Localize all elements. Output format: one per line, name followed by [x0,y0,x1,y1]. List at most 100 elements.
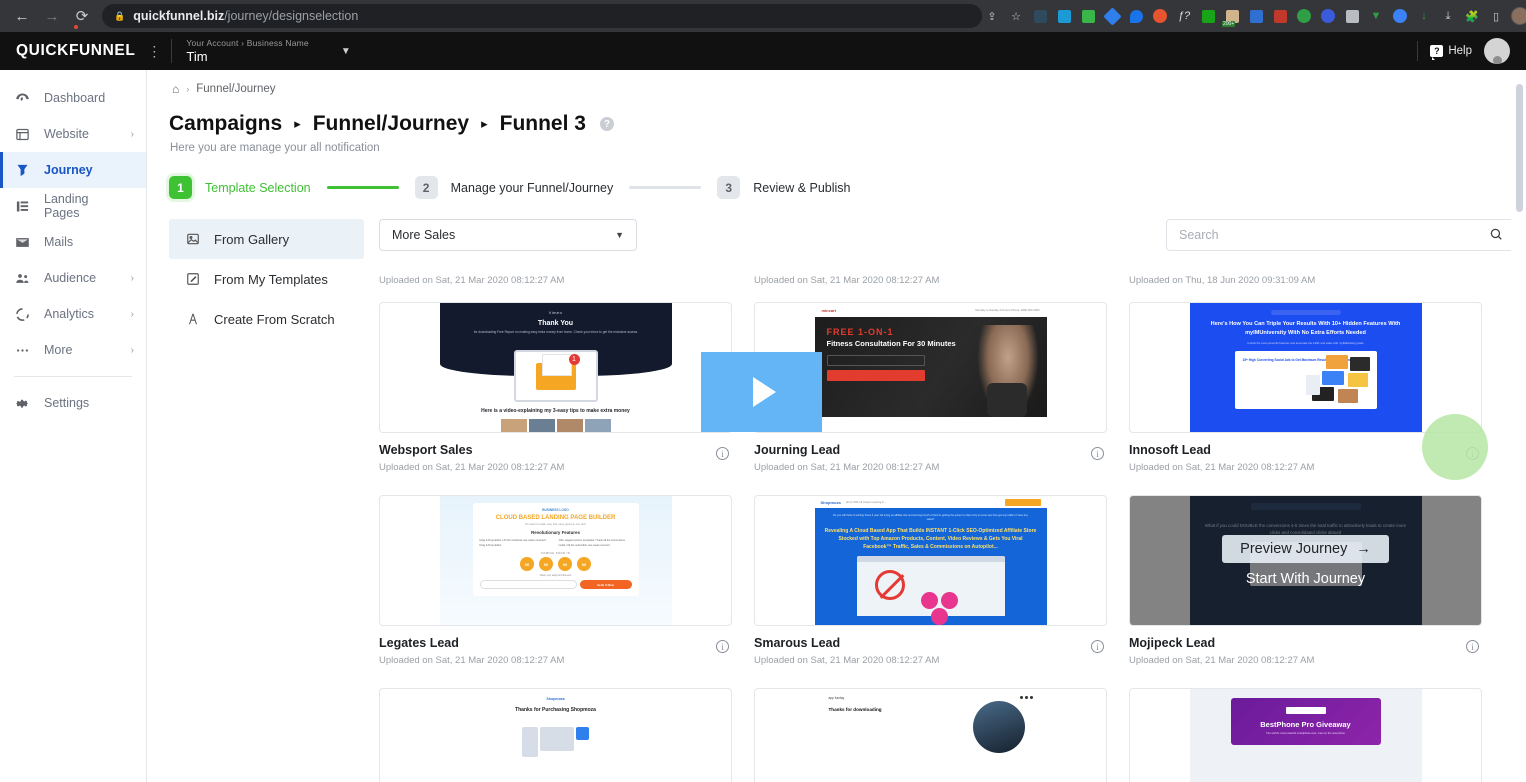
downloads-icon[interactable]: ⤓ [1438,6,1458,26]
info-icon[interactable]: i [1466,640,1479,653]
extension-icon-14[interactable] [1342,6,1362,26]
sidebar-item-more[interactable]: More › [0,332,146,368]
extension-icon-5[interactable] [1126,6,1146,26]
template-card-smarous-lead[interactable]: Shopmoza Hurry! 50% off coupon expiring … [754,495,1107,666]
template-thumbnail[interactable]: BestPhone Pro Giveaway The world's most … [1129,688,1482,782]
page-title-campaigns[interactable]: Campaigns [169,112,282,136]
extension-icon-13[interactable] [1318,6,1338,26]
home-icon[interactable]: ⌂ [172,82,179,96]
extension-icon-8[interactable] [1198,6,1218,26]
sidebar-item-journey[interactable]: Journey [0,152,146,188]
info-icon[interactable]: i [716,447,729,460]
step-3-badge[interactable]: 3 [717,176,741,199]
forward-arrow-icon[interactable]: → [38,2,66,30]
page-scrollbar[interactable] [1511,70,1526,782]
sidepanel-icon[interactable]: ▯ [1486,6,1506,26]
sidebar-item-mails[interactable]: Mails [0,224,146,260]
account-switcher[interactable]: Your Account › Business Name Tim ▼ [186,38,350,64]
header-kebab-icon[interactable]: ⋮ [147,44,161,58]
template-card-row3-b[interactable]: app funday Thanks for downloading [754,688,1107,782]
sidebar-item-landing-pages[interactable]: Landing Pages [0,188,146,224]
back-arrow-icon[interactable]: ← [8,2,36,30]
template-thumbnail[interactable]: Here's How You Can Triple Your Results W… [1129,302,1482,433]
share-icon[interactable]: ⇪ [982,6,1002,26]
step-2-label[interactable]: Manage your Funnel/Journey [451,181,614,195]
template-card-row3-c[interactable]: BestPhone Pro Giveaway The world's most … [1129,688,1482,782]
extension-icon-7[interactable]: ƒ? [1174,6,1194,26]
extension-icon-1[interactable] [1030,6,1050,26]
extension-icon-6[interactable] [1150,6,1170,26]
breadcrumb-current[interactable]: Funnel/Journey [196,83,275,95]
page-title-funnel-journey[interactable]: Funnel/Journey [313,112,469,136]
info-icon[interactable]: i [716,640,729,653]
template-thumbnail[interactable]: app funday Thanks for downloading [754,688,1107,782]
template-card-row3-a[interactable]: Shopmoza Thanks for Purchasing Shopmoza [379,688,732,782]
template-thumbnail[interactable]: What if you could DOUBLE the conversions… [1129,495,1482,626]
thumb-card: BUSINESS LOGO CLOUD BASED LANDING PAGE B… [472,503,639,597]
step-1-badge[interactable]: 1 [169,176,192,199]
preview-journey-button[interactable]: Preview Journey → [1222,534,1389,563]
puzzle-extensions-icon[interactable]: 🧩 [1462,6,1482,26]
extension-icon-9[interactable]: 200+ [1222,6,1242,27]
help-button[interactable]: ? Help [1430,45,1472,60]
sidebar-item-settings[interactable]: Settings [0,385,146,421]
search-icon[interactable] [1489,227,1503,244]
category-dropdown[interactable]: More Sales ▼ [379,219,637,251]
card-date: Uploaded on Sat, 21 Mar 2020 08:12:27 AM [379,462,565,473]
reload-icon[interactable]: ⟳ [68,2,96,30]
sidebar-item-analytics[interactable]: Analytics › [0,296,146,332]
star-icon[interactable]: ☆ [1006,6,1026,26]
thumb-paragraph: Unlock the most powerful features and au… [1247,341,1364,345]
template-thumbnail[interactable]: Shopmoza Hurry! 50% off coupon expiring … [754,495,1107,626]
step-2-badge[interactable]: 2 [414,176,438,199]
template-thumbnail[interactable]: BUSINESS LOGO CLOUD BASED LANDING PAGE B… [379,495,732,626]
info-icon[interactable]: i [1091,640,1104,653]
extension-icon-11[interactable] [1270,6,1290,26]
sidebar-item-audience[interactable]: Audience › [0,260,146,296]
tab-from-my-templates[interactable]: From My Templates [169,259,364,299]
card-title: Smarous Lead [754,636,841,650]
chevron-down-icon[interactable]: ▼ [341,46,351,57]
extension-icon-4[interactable] [1102,6,1122,26]
extension-icon-2[interactable] [1054,6,1074,26]
step-1-label[interactable]: Template Selection [205,181,311,195]
template-thumbnail[interactable]: Vimeo Thank You for downloading Free Rep… [379,302,732,433]
extension-icon-3[interactable] [1078,6,1098,26]
card-date: Uploaded on Sat, 21 Mar 2020 08:12:27 AM [379,655,565,666]
extension-icon-16[interactable] [1390,6,1410,26]
template-thumbnail[interactable]: Shopmoza Thanks for Purchasing Shopmoza [379,688,732,782]
extension-icon-12[interactable] [1294,6,1314,26]
tab-label: From Gallery [214,231,290,247]
extension-icon-17[interactable]: ↓ [1414,6,1434,26]
mail-icon [14,235,31,250]
video-play-overlay[interactable] [701,352,822,432]
info-icon[interactable]: i [1091,447,1104,460]
address-bar[interactable]: 🔒 quickfunnel.biz/journey/designselectio… [102,4,982,28]
card-date: Uploaded on Sat, 21 Mar 2020 08:12:27 AM [754,655,940,666]
brand-logo[interactable]: QUICKFUNNEL [16,42,135,60]
user-avatar[interactable] [1484,38,1510,64]
search-input[interactable] [1179,228,1489,242]
chevron-right-icon: › [130,308,134,320]
page-scrollbar-thumb[interactable] [1516,84,1523,212]
extension-icon-15[interactable]: ▼ [1366,6,1386,26]
tab-create-from-scratch[interactable]: Create From Scratch [169,299,364,339]
column-date: Uploaded on Sat, 21 Mar 2020 08:12:27 AM [754,275,940,286]
extension-icon-10[interactable] [1246,6,1266,26]
chevron-right-icon: › [130,344,134,356]
account-name: Tim [186,49,208,64]
card-title: Journing Lead [754,443,841,457]
sidebar-item-website[interactable]: Website › [0,116,146,152]
sidebar-item-dashboard[interactable]: Dashboard [0,80,146,116]
template-card-legates-lead[interactable]: BUSINESS LOGO CLOUD BASED LANDING PAGE B… [379,495,732,666]
step-3-label[interactable]: Review & Publish [753,181,850,195]
tab-from-gallery[interactable]: From Gallery [169,219,364,259]
main-content: ⌂ › Funnel/Journey Campaigns ▸ Funnel/Jo… [147,70,1526,782]
template-grid: Vimeo Thank You for downloading Free Rep… [379,286,1516,782]
template-card-websport-sales[interactable]: Vimeo Thank You for downloading Free Rep… [379,302,732,473]
start-with-journey-button[interactable]: Start With Journey [1246,571,1365,587]
template-card-mojipeck-lead[interactable]: What if you could DOUBLE the conversions… [1129,495,1482,666]
help-tooltip-icon[interactable]: ? [599,117,614,131]
chrome-profile-avatar[interactable] [1510,6,1526,26]
search-box[interactable] [1166,219,1516,251]
